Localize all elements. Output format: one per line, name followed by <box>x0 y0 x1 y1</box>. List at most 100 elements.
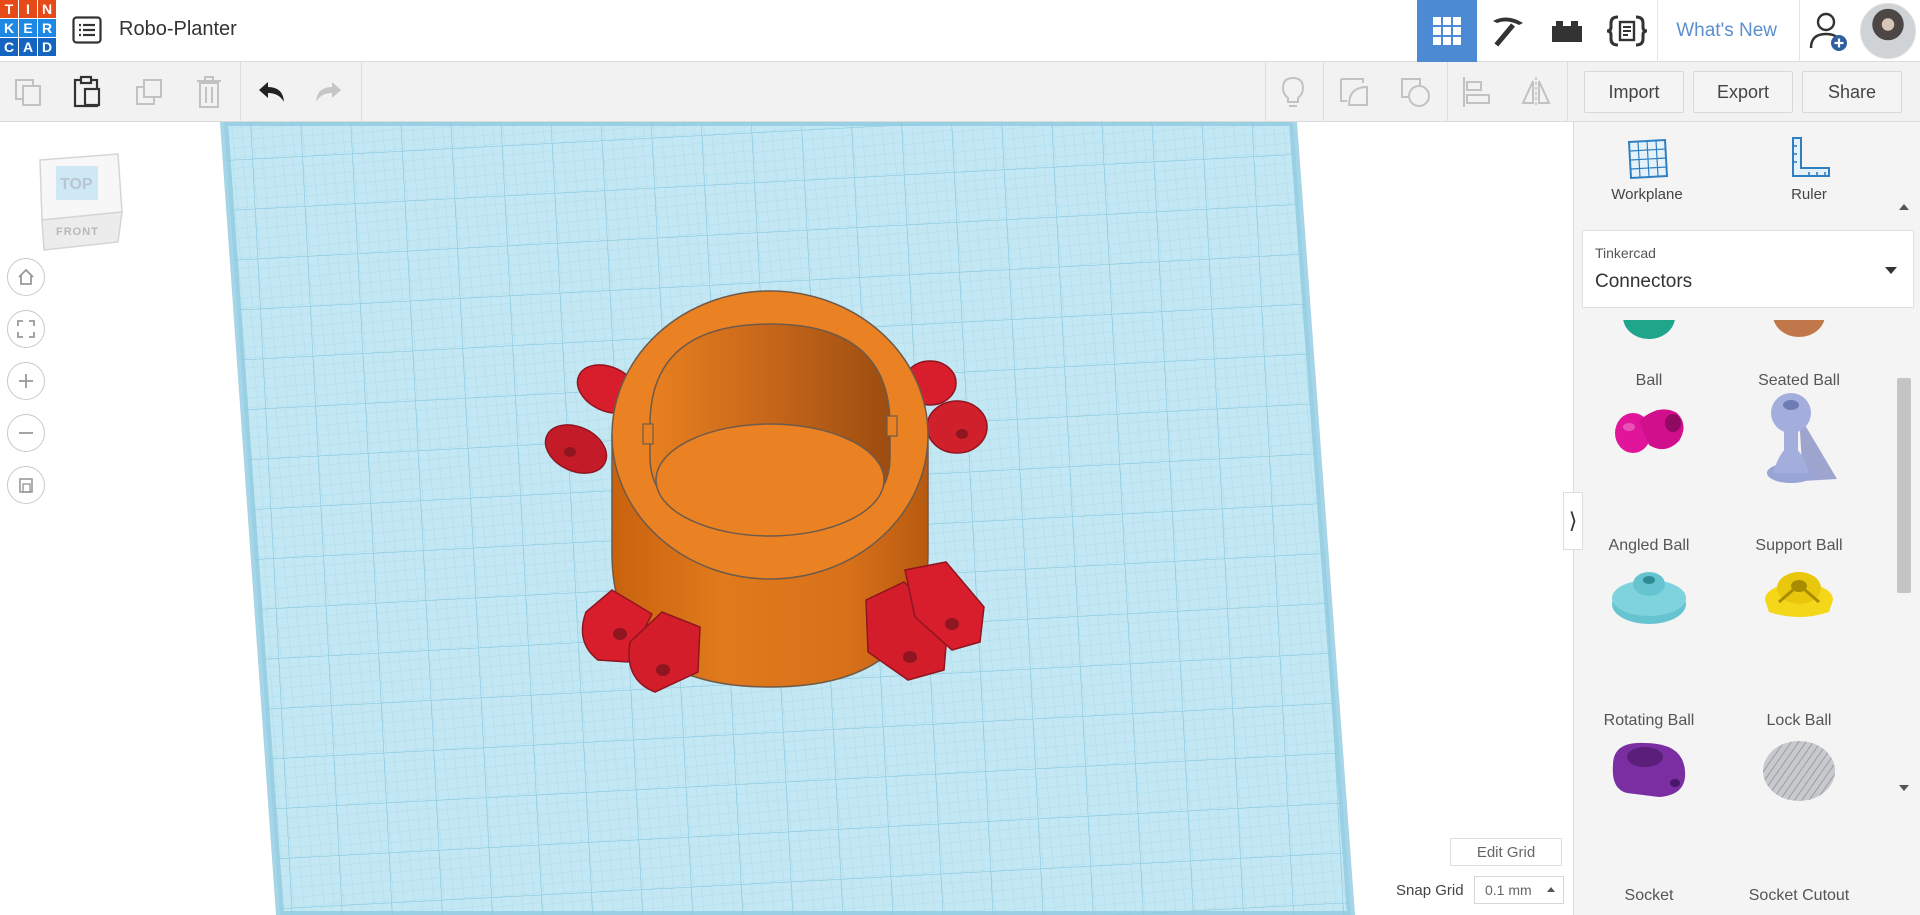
view-cube-front-label: FRONT <box>56 226 99 238</box>
redo-icon <box>316 82 341 102</box>
toolbar-divider <box>1567 62 1568 122</box>
ball-icon <box>1623 320 1675 339</box>
edit-grid-button[interactable]: Edit Grid <box>1450 838 1562 866</box>
scroll-down-arrow-icon[interactable] <box>1899 785 1909 791</box>
delete-button[interactable] <box>189 72 229 112</box>
shape-label: Lock Ball <box>1766 712 1832 729</box>
trash-icon <box>197 76 221 108</box>
view-cube-top-label: TOP <box>60 176 93 193</box>
socket-cutout-icon <box>1763 741 1835 801</box>
library-owner: Tinkercad <box>1595 245 1656 261</box>
invite-user-button[interactable] <box>1800 0 1858 62</box>
bricks-view-button[interactable] <box>1537 0 1597 62</box>
3d-design-view-button[interactable] <box>1417 0 1478 62</box>
whats-new-link[interactable]: What's New <box>1657 0 1799 62</box>
undo-icon <box>259 82 284 102</box>
copy-button[interactable] <box>8 72 48 112</box>
shape-item-socket-cutout[interactable]: Socket Cutout <box>1724 735 1874 905</box>
code-braces-icon <box>1607 15 1648 47</box>
shape-item-seated-ball[interactable]: Seated Ball <box>1724 320 1874 390</box>
shape-item-rotating-ball[interactable]: Rotating Ball <box>1574 560 1724 730</box>
rotating-ball-icon <box>1612 572 1686 624</box>
copy-icon <box>15 79 41 106</box>
socket-icon <box>1612 742 1686 797</box>
fit-view-button[interactable] <box>7 310 45 348</box>
add-user-icon <box>1809 12 1847 51</box>
3d-workspace[interactable]: TOP FRONT Edit Grid Snap Grid 0.1 mm <box>0 122 1573 915</box>
logo-letter: N <box>38 0 56 18</box>
logo-letter: I <box>19 0 37 18</box>
edit-toolbar: Import Export Share <box>0 62 1920 122</box>
codeblocks-view-button[interactable] <box>1597 0 1657 62</box>
shape-item-ball[interactable]: Ball <box>1574 320 1724 390</box>
shape-label: Rotating Ball <box>1603 712 1695 729</box>
brick-icon <box>1552 21 1583 42</box>
toolbar-divider <box>1323 62 1324 122</box>
align-button[interactable] <box>1456 72 1496 112</box>
shape-library-dropdown[interactable]: Tinkercad Connectors <box>1582 230 1914 308</box>
export-button[interactable]: Export <box>1693 71 1793 113</box>
logo-letter: E <box>19 19 37 37</box>
support-ball-icon <box>1767 393 1837 483</box>
logo-letter: R <box>38 19 56 37</box>
zoom-in-button[interactable] <box>7 362 45 400</box>
mirror-button[interactable] <box>1516 72 1556 112</box>
grid-icon <box>1433 17 1462 45</box>
import-button[interactable]: Import <box>1584 71 1684 113</box>
group-button[interactable] <box>1334 72 1374 112</box>
perspective-toggle-button[interactable] <box>7 466 45 504</box>
clipboard-icon <box>73 75 101 108</box>
library-name: Connectors <box>1595 271 1693 292</box>
view-cube[interactable]: TOP FRONT <box>34 150 130 254</box>
duplicate-button[interactable] <box>129 72 169 112</box>
undo-button[interactable] <box>251 72 291 112</box>
toolbar-divider <box>361 62 362 122</box>
ruler-label: Ruler <box>1791 186 1827 203</box>
caret-up-icon <box>1547 887 1555 892</box>
paste-button[interactable] <box>67 72 107 112</box>
fit-to-view-icon <box>17 320 35 338</box>
shape-label: Angled Ball <box>1608 537 1690 554</box>
user-avatar[interactable] <box>1860 3 1916 59</box>
angled-ball-icon <box>1615 409 1684 453</box>
group-icon <box>1340 78 1368 106</box>
logo-letter: C <box>0 38 18 56</box>
chevron-right-icon: ⟩ <box>1568 508 1578 533</box>
share-button[interactable]: Share <box>1802 71 1902 113</box>
snap-grid-select[interactable]: 0.1 mm <box>1474 876 1564 904</box>
zoom-out-button[interactable] <box>7 414 45 452</box>
notes-button[interactable] <box>1273 72 1313 112</box>
panel-collapse-toggle[interactable]: ⟩ <box>1563 492 1583 550</box>
shape-item-support-ball[interactable]: Support Ball <box>1724 385 1874 555</box>
shape-item-angled-ball[interactable]: Angled Ball <box>1574 385 1724 555</box>
logo-letter: D <box>38 38 56 56</box>
redo-button[interactable] <box>309 72 349 112</box>
home-icon <box>18 268 34 285</box>
snap-grid-label: Snap Grid <box>1396 882 1464 899</box>
lightbulb-icon <box>1281 76 1305 107</box>
ungroup-icon <box>1401 78 1430 107</box>
shape-list-scrollbar[interactable] <box>1895 198 1913 793</box>
shape-item-lock-ball[interactable]: Lock Ball <box>1724 560 1874 730</box>
home-view-button[interactable] <box>7 258 45 296</box>
ruler-tool-button[interactable]: Ruler <box>1749 136 1869 203</box>
toolbar-divider <box>240 62 241 122</box>
scrollbar-thumb[interactable] <box>1897 378 1911 593</box>
design-title[interactable]: Robo-Planter <box>119 18 237 41</box>
tinkercad-logo[interactable]: T I N K E R C A D <box>0 0 56 56</box>
logo-letter: T <box>0 0 18 18</box>
workplane-tool-button[interactable]: Workplane <box>1587 136 1707 203</box>
minus-icon <box>19 432 33 434</box>
plus-icon <box>19 374 33 388</box>
design-list-icon[interactable] <box>72 16 102 44</box>
scroll-up-arrow-icon[interactable] <box>1899 204 1909 210</box>
shape-item-socket[interactable]: Socket <box>1574 735 1724 905</box>
shapes-panel: Workplane Ruler Tinkercad Connectors Bal… <box>1573 122 1920 915</box>
top-nav: What's New <box>1417 0 1920 62</box>
minecraft-view-button[interactable] <box>1477 0 1537 62</box>
ungroup-button[interactable] <box>1395 72 1435 112</box>
pickaxe-icon <box>1493 17 1524 47</box>
toolbar-divider <box>1447 62 1448 122</box>
workplane-label: Workplane <box>1611 186 1683 203</box>
workplane-grid[interactable] <box>0 122 1573 915</box>
